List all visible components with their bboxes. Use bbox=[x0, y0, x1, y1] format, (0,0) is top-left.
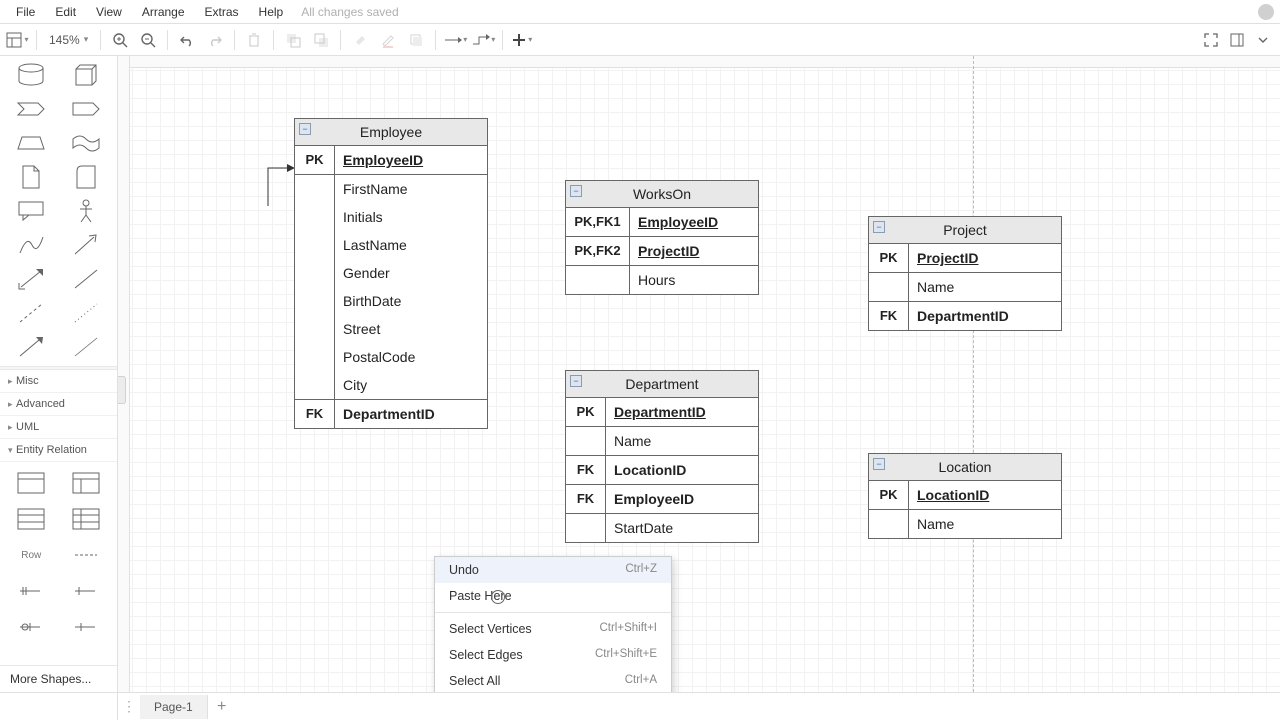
shape-dashed[interactable] bbox=[6, 298, 57, 328]
view-mode-button[interactable]: ▾ bbox=[4, 27, 30, 53]
page-break-line bbox=[973, 56, 974, 692]
shape-curve[interactable] bbox=[6, 230, 57, 260]
palette-groups: ▸Misc ▸Advanced ▸UML ▾Entity Relation Ro… bbox=[0, 370, 117, 652]
er-shapes-panel: Row bbox=[0, 462, 117, 652]
er-conn-many[interactable] bbox=[6, 576, 57, 606]
ctx-paste-here[interactable]: Paste Here bbox=[435, 583, 671, 609]
menu-help[interactable]: Help bbox=[249, 2, 294, 22]
waypoint-icon[interactable]: ▾ bbox=[470, 27, 496, 53]
entity-workson[interactable]: −WorksOn PK,FK1EmployeeID PK,FK2ProjectI… bbox=[565, 180, 759, 295]
menu-edit[interactable]: Edit bbox=[45, 2, 86, 22]
sidebar-collapse-nub[interactable] bbox=[118, 376, 126, 404]
er-conn-opt[interactable] bbox=[61, 576, 112, 606]
entity-employee[interactable]: −Employee PKEmployeeID FirstName Initial… bbox=[294, 118, 488, 429]
ctx-undo[interactable]: UndoCtrl+Z bbox=[435, 557, 671, 583]
redo-icon[interactable] bbox=[202, 27, 228, 53]
ruler-horizontal bbox=[118, 56, 1280, 68]
ctx-select-edges[interactable]: Select EdgesCtrl+Shift+E bbox=[435, 642, 671, 668]
save-status: All changes saved bbox=[293, 5, 398, 19]
menubar: File Edit View Arrange Extras Help All c… bbox=[0, 0, 1280, 24]
insert-icon[interactable]: ▾ bbox=[509, 27, 535, 53]
entity-project[interactable]: −Project PKProjectID Name FKDepartmentID bbox=[868, 216, 1062, 331]
context-menu: UndoCtrl+Z Paste Here Select VerticesCtr… bbox=[434, 556, 672, 692]
er-conn-last[interactable] bbox=[61, 612, 112, 642]
er-row-label[interactable]: Row bbox=[6, 540, 57, 570]
zoom-out-icon[interactable] bbox=[135, 27, 161, 53]
shape-double-arrow[interactable] bbox=[6, 264, 57, 294]
menu-arrange[interactable]: Arrange bbox=[132, 2, 195, 22]
menu-file[interactable]: File bbox=[6, 2, 45, 22]
shape-cylinder[interactable] bbox=[6, 60, 57, 90]
er-shape-grid1[interactable] bbox=[6, 504, 57, 534]
shape-callout[interactable] bbox=[6, 196, 57, 226]
collapse-toggle-icon[interactable]: − bbox=[570, 375, 582, 387]
line-color-icon[interactable] bbox=[375, 27, 401, 53]
shape-page[interactable] bbox=[6, 162, 57, 192]
ctx-select-vertices[interactable]: Select VerticesCtrl+Shift+I bbox=[435, 616, 671, 642]
shadow-icon[interactable] bbox=[403, 27, 429, 53]
ctx-separator bbox=[435, 612, 671, 613]
sidebar: ▸Misc ▸Advanced ▸UML ▾Entity Relation Ro… bbox=[0, 56, 118, 692]
shape-open-arrow[interactable] bbox=[61, 230, 112, 260]
er-conn-one[interactable] bbox=[61, 540, 112, 570]
palette-uml[interactable]: ▸UML bbox=[0, 416, 117, 439]
er-shape-grid2[interactable] bbox=[61, 504, 112, 534]
palette-advanced[interactable]: ▸Advanced bbox=[0, 393, 117, 416]
zoom-control[interactable]: 145%▾ bbox=[43, 33, 94, 47]
palette-misc[interactable]: ▸Misc bbox=[0, 370, 117, 393]
add-page-button[interactable]: + bbox=[208, 698, 236, 716]
zoom-in-icon[interactable] bbox=[107, 27, 133, 53]
connection-icon[interactable]: ▾ bbox=[442, 27, 468, 53]
to-front-icon[interactable] bbox=[280, 27, 306, 53]
shape-thin-line[interactable] bbox=[61, 264, 112, 294]
format-panel-icon[interactable] bbox=[1224, 27, 1250, 53]
shape-trapezoid[interactable] bbox=[6, 128, 57, 158]
shape-arrow-line[interactable] bbox=[6, 332, 57, 362]
canvas[interactable]: −Employee PKEmployeeID FirstName Initial… bbox=[118, 56, 1280, 692]
collapse-toggle-icon[interactable]: − bbox=[299, 123, 311, 135]
shape-dotted[interactable] bbox=[61, 298, 112, 328]
toolbar: ▾ 145%▾ ▾ ▾ ▾ bbox=[0, 24, 1280, 56]
shape-arrow-shape[interactable] bbox=[61, 94, 112, 124]
menu-extras[interactable]: Extras bbox=[195, 2, 249, 22]
entity-title: −Employee bbox=[295, 119, 487, 146]
palette-entity-relation[interactable]: ▾Entity Relation bbox=[0, 439, 117, 462]
undo-icon[interactable] bbox=[174, 27, 200, 53]
basic-shapes-panel bbox=[0, 56, 117, 366]
ctx-select-all[interactable]: Select AllCtrl+A bbox=[435, 668, 671, 692]
er-conn-zero[interactable] bbox=[6, 612, 57, 642]
collapse-toggle-icon[interactable]: − bbox=[570, 185, 582, 197]
delete-icon[interactable] bbox=[241, 27, 267, 53]
shape-plain-line[interactable] bbox=[61, 332, 112, 362]
shape-step[interactable] bbox=[6, 94, 57, 124]
shape-cube[interactable] bbox=[61, 60, 112, 90]
share-icon[interactable] bbox=[1258, 4, 1274, 20]
entity-department[interactable]: −Department PKDepartmentID Name FKLocati… bbox=[565, 370, 759, 543]
fullscreen-icon[interactable] bbox=[1198, 27, 1224, 53]
collapse-toggle-icon[interactable]: − bbox=[873, 221, 885, 233]
main-area: ▸Misc ▸Advanced ▸UML ▾Entity Relation Ro… bbox=[0, 56, 1280, 692]
collapse-toggle-icon[interactable]: − bbox=[873, 458, 885, 470]
to-back-icon[interactable] bbox=[308, 27, 334, 53]
more-shapes-button[interactable]: More Shapes... bbox=[0, 665, 117, 692]
entity-location[interactable]: −Location PKLocationID Name bbox=[868, 453, 1062, 539]
shape-actor[interactable] bbox=[61, 196, 112, 226]
er-shape-table[interactable] bbox=[6, 468, 57, 498]
menu-view[interactable]: View bbox=[86, 2, 132, 22]
er-shape-table2[interactable] bbox=[61, 468, 112, 498]
tab-grip-icon[interactable]: ⋮ bbox=[118, 698, 140, 715]
bottom-tabbar: ⋮ Page-1 + bbox=[0, 692, 1280, 720]
shape-card[interactable] bbox=[61, 162, 112, 192]
shape-wave[interactable] bbox=[61, 128, 112, 158]
collapse-icon[interactable] bbox=[1250, 27, 1276, 53]
ruler-vertical bbox=[118, 56, 130, 692]
page-tab[interactable]: Page-1 bbox=[140, 695, 208, 719]
fill-color-icon[interactable] bbox=[347, 27, 373, 53]
